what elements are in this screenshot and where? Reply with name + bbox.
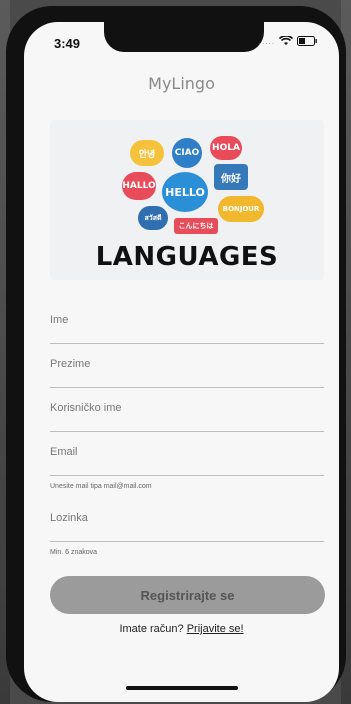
bubble-hola: HOLA: [210, 136, 242, 160]
last-name-underline: [50, 387, 324, 388]
username-label: Korisničko ime: [50, 402, 122, 414]
email-helper: Unesite mail tipa mail@mail.com: [50, 483, 152, 490]
bubble-bonjour: BONJOUR: [218, 196, 264, 222]
bubble-ciao: CIAO: [172, 138, 202, 168]
first-name-underline: [50, 343, 324, 344]
username-field[interactable]: Korisničko ime: [50, 402, 324, 432]
bubble-korean: 안녕: [130, 140, 164, 166]
bubble-hallo: HALLO: [122, 172, 156, 200]
email-label: Email: [50, 446, 78, 458]
login-prompt: Imate račun?: [119, 623, 184, 635]
wifi-icon: [279, 36, 293, 46]
banner-caption: LANGUAGES: [95, 242, 279, 272]
home-indicator[interactable]: [126, 686, 238, 690]
bubble-thai: สวัสดี: [138, 206, 168, 230]
app-title: MyLingo: [148, 74, 215, 93]
app-screen: 3:49 ..... MyLingo 안녕 CIAO HOLA HALLO HE…: [24, 22, 339, 702]
login-link[interactable]: Prijavite se!: [187, 623, 244, 635]
password-field[interactable]: Lozinka: [50, 512, 324, 542]
first-name-field[interactable]: Ime: [50, 314, 324, 344]
languages-banner: 안녕 CIAO HOLA HALLO HELLO 你好 สวัสดี BONJO…: [50, 120, 324, 280]
password-label: Lozinka: [50, 512, 88, 524]
first-name-label: Ime: [50, 314, 69, 326]
register-button[interactable]: Registrirajte se: [50, 576, 325, 614]
login-prompt-row: Imate račun? Prijavite se!: [24, 623, 339, 635]
bubble-chinese: 你好: [214, 164, 248, 190]
signal-icon: .....: [258, 36, 275, 46]
status-icons: .....: [259, 36, 317, 46]
username-underline: [50, 431, 324, 432]
email-underline: [50, 475, 324, 476]
email-field[interactable]: Email: [50, 446, 324, 476]
last-name-label: Prezime: [50, 358, 91, 370]
bubble-hello: HELLO: [162, 172, 208, 212]
password-helper: Min. 6 znakova: [50, 549, 98, 556]
battery-icon: [297, 36, 317, 46]
notch: [104, 22, 264, 52]
password-underline: [50, 541, 324, 542]
last-name-field[interactable]: Prezime: [50, 358, 324, 388]
phone-frame: 3:49 ..... MyLingo 안녕 CIAO HOLA HALLO HE…: [6, 6, 346, 702]
status-time: 3:49: [54, 36, 81, 51]
bubble-japanese: こんにちは: [174, 218, 218, 234]
